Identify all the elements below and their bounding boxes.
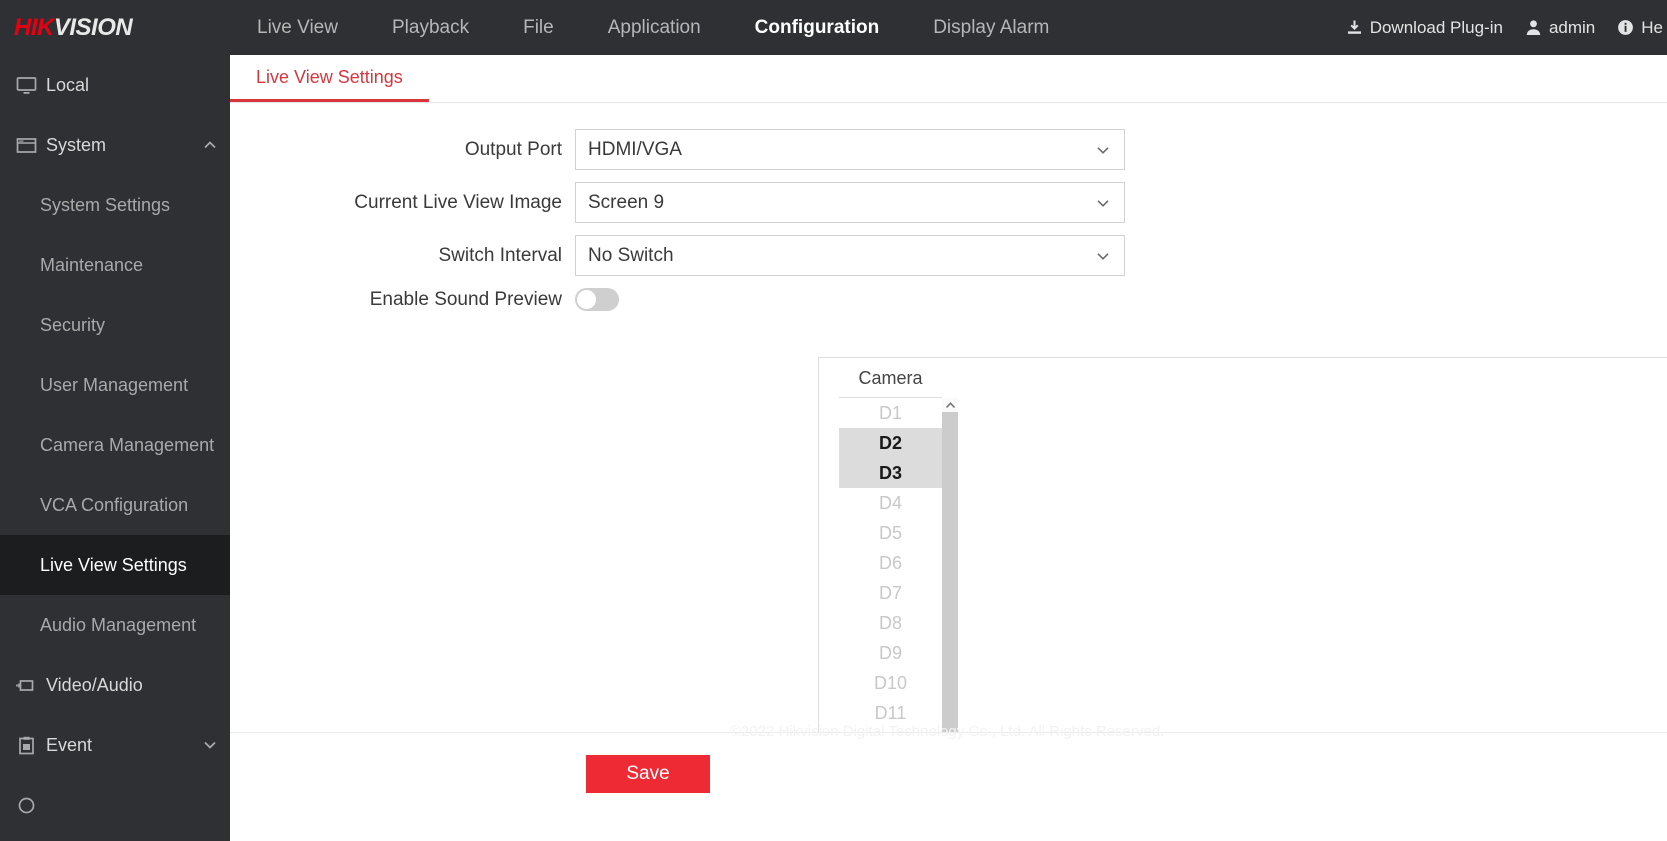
help-button[interactable]: He (1617, 18, 1663, 38)
list-item[interactable]: D8 (839, 608, 942, 638)
sidebar-item-system-label: System (46, 134, 107, 155)
chevron-up-icon[interactable] (190, 137, 230, 153)
sidebar-nav: Local System System Settings Maintenance… (0, 55, 230, 841)
sidebar-item-vca-configuration-label: VCA Configuration (40, 494, 189, 515)
field-row-current-live-view-image: Current Live View Image Screen 9 (230, 182, 1667, 223)
nav-item-file[interactable]: File (496, 0, 581, 55)
sidebar-item-user-management-label: User Management (40, 374, 189, 395)
camera-selection-panel: Camera D1 D2 D3 D4 D5 D6 D7 D8 D9 D10 D1… (818, 357, 1667, 758)
list-item[interactable]: D1 (839, 398, 942, 428)
list-item[interactable]: D2 (839, 428, 942, 458)
nav-item-configuration[interactable]: Configuration (728, 0, 907, 55)
list-item[interactable]: D6 (839, 548, 942, 578)
sidebar-item-security-label: Security (40, 314, 106, 335)
info-icon (1617, 19, 1634, 36)
sidebar-item-event[interactable]: Event (0, 715, 230, 775)
download-plugin-label: Download Plug-in (1369, 17, 1503, 37)
user-name-label: admin (1548, 17, 1596, 37)
sidebar-item-maintenance[interactable]: Maintenance (0, 235, 230, 295)
video-icon (6, 675, 46, 696)
field-row-enable-sound-preview: Enable Sound Preview (230, 288, 1667, 311)
switch-interval-value: No Switch (588, 244, 674, 266)
copyright-text: ©2022 Hikvision Digital Technology Co., … (730, 723, 1165, 740)
app-header: HIKVISION Live View Playback File Applic… (0, 0, 1667, 55)
nav-item-application[interactable]: Application (581, 0, 728, 55)
sidebar-item-camera-management[interactable]: Camera Management (0, 415, 230, 475)
tab-live-view-settings[interactable]: Live View Settings (230, 67, 429, 102)
list-item[interactable]: D3 (839, 458, 942, 488)
sidebar-item-user-management[interactable]: User Management (0, 355, 230, 415)
list-item[interactable]: D7 (839, 578, 942, 608)
window-icon (6, 135, 46, 156)
output-port-select[interactable]: HDMI/VGA (575, 129, 1125, 170)
sidebar-item-system[interactable]: System (0, 115, 230, 175)
sidebar-item-camera-management-label: Camera Management (40, 434, 215, 455)
switch-interval-select[interactable]: No Switch (575, 235, 1125, 276)
download-icon (1346, 19, 1363, 36)
sidebar-item-video-audio-label: Video/Audio (46, 674, 143, 695)
toggle-knob (577, 290, 596, 309)
chevron-down-icon (1094, 247, 1112, 265)
live-view-settings-form: Output Port HDMI/VGA Current Live View I… (230, 103, 1667, 311)
save-button[interactable]: Save (586, 755, 710, 793)
main-nav: Live View Playback File Application Conf… (230, 0, 1076, 55)
hikvision-logo: HIKVISION (0, 14, 230, 42)
sidebar-item-security[interactable]: Security (0, 295, 230, 355)
camera-column-header: Camera (839, 358, 942, 398)
sidebar-item-local[interactable]: Local (0, 55, 230, 115)
chevron-down-icon[interactable] (190, 737, 230, 753)
chevron-down-icon (1094, 194, 1112, 212)
nav-item-playback[interactable]: Playback (365, 0, 496, 55)
field-row-switch-interval: Switch Interval No Switch (230, 235, 1667, 276)
current-live-view-image-value: Screen 9 (588, 191, 665, 213)
list-item[interactable]: D5 (839, 518, 942, 548)
help-label: He (1641, 17, 1663, 37)
sidebar-item-live-view-settings-label: Live View Settings (40, 554, 187, 575)
sidebar-item-maintenance-label: Maintenance (40, 254, 144, 275)
sidebar-item-live-view-settings[interactable]: Live View Settings (0, 535, 230, 595)
clipboard-icon (6, 735, 46, 756)
output-port-label: Output Port (464, 138, 562, 160)
enable-sound-preview-label: Enable Sound Preview (369, 288, 562, 310)
camera-list: D1 D2 D3 D4 D5 D6 D7 D8 D9 D10 D11 (839, 398, 942, 758)
field-row-output-port: Output Port HDMI/VGA (230, 129, 1667, 170)
scroll-up-icon[interactable] (942, 398, 958, 412)
nav-item-live-view[interactable]: Live View (230, 0, 365, 55)
current-live-view-image-label: Current Live View Image (354, 191, 562, 213)
list-item[interactable]: D10 (839, 668, 942, 698)
user-icon (1525, 19, 1542, 36)
partial-icon (6, 795, 46, 816)
monitor-icon (6, 75, 46, 96)
list-item[interactable]: D4 (839, 488, 942, 518)
sidebar-item-audio-management[interactable]: Audio Management (0, 595, 230, 655)
switch-interval-label: Switch Interval (438, 244, 562, 266)
camera-column: Camera D1 D2 D3 D4 D5 D6 D7 D8 D9 D10 D1… (839, 358, 942, 758)
nav-item-display-alarm[interactable]: Display Alarm (906, 0, 1076, 55)
scrollbar-thumb[interactable] (942, 412, 958, 742)
enable-sound-preview-toggle[interactable] (575, 288, 619, 311)
logo-vision: VISION (53, 13, 133, 41)
sidebar-item-audio-management-label: Audio Management (40, 614, 197, 635)
list-item[interactable]: D9 (839, 638, 942, 668)
main-content: Live View Settings Output Port HDMI/VGA … (230, 55, 1667, 841)
sidebar-item-system-settings-label: System Settings (40, 194, 171, 215)
sidebar-item-vca-configuration[interactable]: VCA Configuration (0, 475, 230, 535)
sidebar-item-video-audio[interactable]: Video/Audio (0, 655, 230, 715)
content-footer: ©2022 Hikvision Digital Technology Co., … (230, 723, 1667, 841)
camera-list-scrollbar[interactable] (942, 398, 958, 758)
sidebar-item-event-label: Event (46, 734, 93, 755)
download-plugin-button[interactable]: Download Plug-in (1346, 18, 1503, 38)
current-live-view-image-select[interactable]: Screen 9 (575, 182, 1125, 223)
content-tabbar: Live View Settings (230, 55, 1667, 103)
header-actions: Download Plug-in admin He (1324, 0, 1667, 55)
chevron-down-icon (1094, 141, 1112, 159)
sidebar-item-local-label: Local (46, 74, 90, 95)
sidebar-item-partial[interactable] (0, 775, 230, 835)
user-menu-button[interactable]: admin (1525, 18, 1595, 38)
output-port-value: HDMI/VGA (588, 138, 682, 160)
logo-hik: HIK (14, 13, 54, 41)
sidebar-item-system-settings[interactable]: System Settings (0, 175, 230, 235)
